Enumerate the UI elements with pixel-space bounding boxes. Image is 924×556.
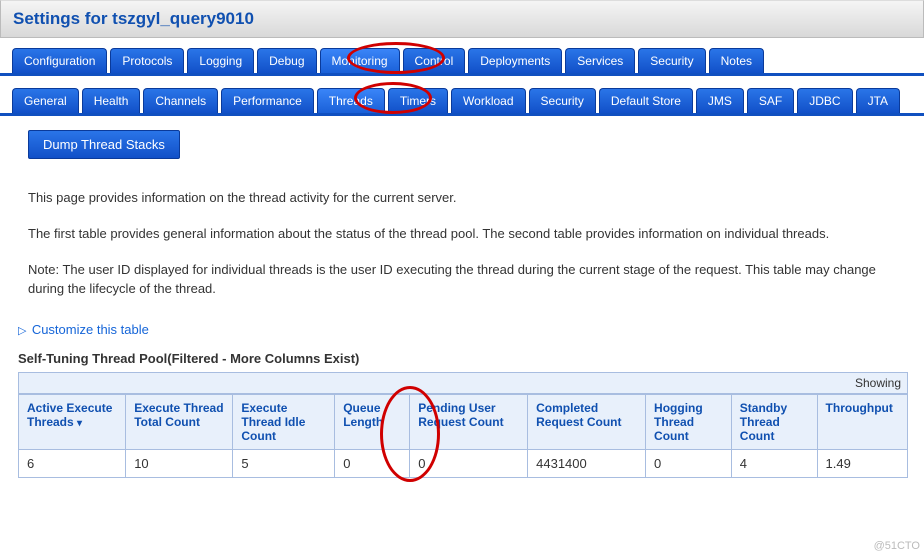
cell-throughput: 1.49	[817, 449, 907, 477]
tab-monitoring[interactable]: Monitoring	[320, 48, 400, 73]
cell-execute-thread-idle: 5	[233, 449, 335, 477]
tab-protocols[interactable]: Protocols	[110, 48, 184, 73]
table-title: Self-Tuning Thread Pool(Filtered - More …	[18, 351, 908, 366]
table-row: 6 10 5 0 0 4431400 0 4 1.49	[19, 449, 908, 477]
col-completed-request[interactable]: Completed Request Count	[528, 394, 646, 449]
description-block: This page provides information on the th…	[28, 189, 908, 298]
subtab-saf[interactable]: SAF	[747, 88, 794, 113]
col-execute-thread-total[interactable]: Execute Thread Total Count	[126, 394, 233, 449]
cell-hogging-thread: 0	[646, 449, 732, 477]
tab-configuration[interactable]: Configuration	[12, 48, 107, 73]
tab-debug[interactable]: Debug	[257, 48, 316, 73]
cell-active-execute-threads: 6	[19, 449, 126, 477]
header-bar: Settings for tszgyl_query9010	[0, 0, 924, 38]
customize-table-link[interactable]: ▷ Customize this table	[18, 322, 908, 337]
col-throughput[interactable]: Throughput	[817, 394, 907, 449]
subtab-threads[interactable]: Threads	[317, 88, 385, 113]
subtab-jms[interactable]: JMS	[696, 88, 744, 113]
triangle-icon: ▷	[18, 325, 26, 337]
customize-label[interactable]: Customize this table	[32, 322, 149, 337]
description-p3: Note: The user ID displayed for individu…	[28, 261, 908, 297]
tab-logging[interactable]: Logging	[187, 48, 254, 73]
subtab-general[interactable]: General	[12, 88, 79, 113]
cell-standby-thread: 4	[731, 449, 817, 477]
tab-control[interactable]: Control	[403, 48, 466, 73]
subtab-channels[interactable]: Channels	[143, 88, 218, 113]
watermark: @51CTO	[874, 540, 920, 552]
col-active-execute-threads[interactable]: Active Execute Threads ▾	[19, 394, 126, 449]
cell-queue-length: 0	[335, 449, 410, 477]
tab-security[interactable]: Security	[638, 48, 705, 73]
cell-execute-thread-total: 10	[126, 449, 233, 477]
cell-completed-request: 4431400	[528, 449, 646, 477]
col-queue-length[interactable]: Queue Length	[335, 394, 410, 449]
subtab-security2[interactable]: Security	[529, 88, 596, 113]
sort-asc-icon: ▾	[77, 418, 82, 429]
subtab-default-store[interactable]: Default Store	[599, 88, 693, 113]
subtab-jdbc[interactable]: JDBC	[797, 88, 852, 113]
description-p1: This page provides information on the th…	[28, 189, 908, 207]
subtab-jta[interactable]: JTA	[856, 88, 900, 113]
subtab-timers[interactable]: Timers	[388, 88, 448, 113]
cell-pending-user-request: 0	[410, 449, 528, 477]
dump-thread-stacks-button[interactable]: Dump Thread Stacks	[28, 130, 180, 159]
showing-bar: Showing	[18, 372, 908, 394]
col-execute-thread-idle[interactable]: Execute Thread Idle Count	[233, 394, 335, 449]
thread-pool-table: Active Execute Threads ▾ Execute Thread …	[18, 394, 908, 478]
col-pending-user-request[interactable]: Pending User Request Count	[410, 394, 528, 449]
tab-notes[interactable]: Notes	[709, 48, 764, 73]
tab-deployments[interactable]: Deployments	[468, 48, 562, 73]
main-tab-strip: Configuration Protocols Logging Debug Mo…	[12, 48, 924, 73]
tab-services[interactable]: Services	[565, 48, 635, 73]
description-p2: The first table provides general informa…	[28, 225, 908, 243]
col-standby-thread[interactable]: Standby Thread Count	[731, 394, 817, 449]
table-header-row: Active Execute Threads ▾ Execute Thread …	[19, 394, 908, 449]
page-title: Settings for tszgyl_query9010	[13, 9, 254, 28]
subtab-health[interactable]: Health	[82, 88, 141, 113]
main-tab-border	[0, 73, 924, 76]
col-hogging-thread[interactable]: Hogging Thread Count	[646, 394, 732, 449]
showing-label: Showing	[855, 376, 901, 390]
content-area: Dump Thread Stacks This page provides in…	[0, 116, 924, 478]
sub-tab-strip: General Health Channels Performance Thre…	[12, 88, 924, 113]
subtab-performance[interactable]: Performance	[221, 88, 314, 113]
subtab-workload[interactable]: Workload	[451, 88, 525, 113]
